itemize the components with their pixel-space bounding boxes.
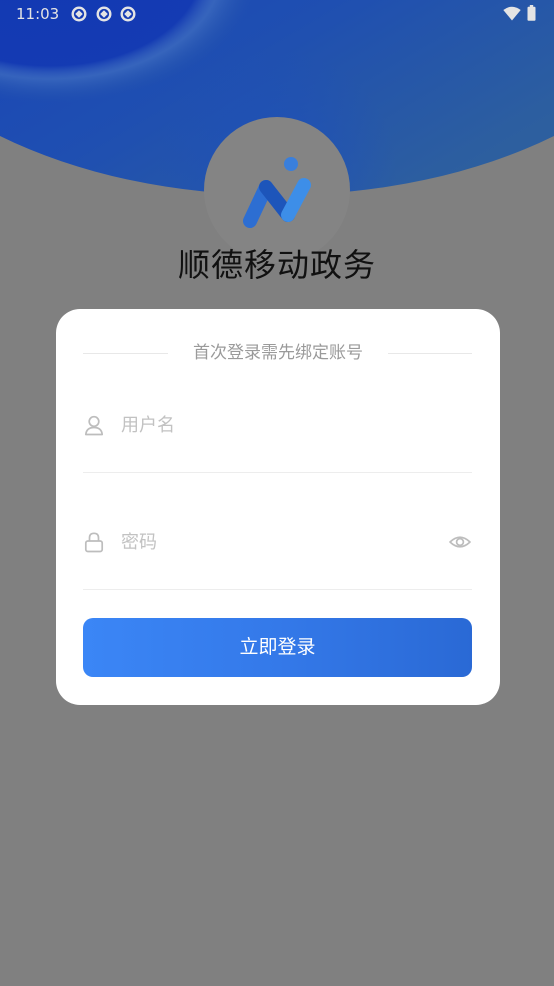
login-button[interactable]: 立即登录 [83,618,472,677]
status-time: 11:03 [16,5,60,23]
username-divider [83,472,472,473]
status-bar: 11:03 [0,0,554,28]
eye-icon[interactable] [448,530,472,554]
password-field[interactable] [83,522,472,562]
battery-icon [527,5,536,21]
subtitle-divider-right [388,353,472,354]
username-field[interactable] [83,405,472,445]
app-notification-icon [96,6,112,22]
app-notification-icon [71,6,87,22]
lock-icon [84,532,104,553]
app-title: 顺德移动政务 [177,246,376,284]
wifi-icon [503,6,521,21]
password-input[interactable] [121,522,421,562]
username-input[interactable] [121,405,421,445]
login-card: 首次登录需先绑定账号 立即登录 [56,309,500,705]
login-screen: 11:03 顺德移动政务 首次登录需先绑定账号 用户名 立即登录 [0,0,554,986]
app-notification-icon [120,6,136,22]
password-divider [83,589,472,590]
user-icon [84,415,104,436]
app-logo-icon [243,157,311,228]
